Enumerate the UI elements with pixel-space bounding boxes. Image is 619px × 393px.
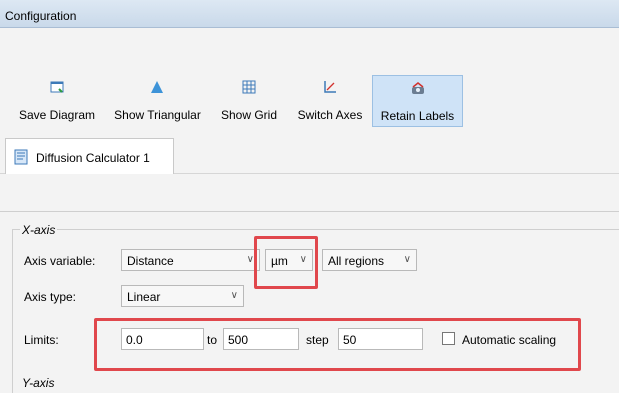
- limits-highlight-box: [94, 318, 581, 371]
- show-grid-button[interactable]: Show Grid: [213, 75, 285, 127]
- tab-diffusion-calculator-1[interactable]: Diffusion Calculator 1: [5, 138, 174, 174]
- chevron-down-icon: ∨: [403, 254, 411, 265]
- axis-variable-select[interactable]: Distance ∨: [121, 249, 260, 271]
- grid-icon: [242, 80, 256, 94]
- retain-labels-icon: [412, 82, 424, 94]
- axis-type-label: Axis type:: [24, 290, 77, 304]
- document-icon: [14, 149, 28, 165]
- toolbar: Save Diagram Show Triangular Show Grid S…: [0, 28, 619, 138]
- switch-axes-button[interactable]: Switch Axes: [288, 75, 372, 127]
- switch-axes-icon: [324, 81, 336, 93]
- y-axis-title: Y-axis: [20, 376, 57, 390]
- limits-label: Limits:: [24, 333, 59, 347]
- show-triangular-label: Show Triangular: [114, 108, 201, 122]
- unit-highlight-box: [254, 236, 318, 289]
- save-diagram-icon: [50, 81, 64, 93]
- tab-label: Diffusion Calculator 1: [36, 151, 150, 165]
- window-title-bar: Configuration: [0, 0, 619, 28]
- tab-strip: Diffusion Calculator 1: [0, 138, 619, 174]
- chevron-down-icon: ∨: [246, 254, 254, 265]
- axis-variable-value: Distance: [127, 254, 174, 268]
- triangle-icon: [151, 81, 163, 93]
- show-grid-label: Show Grid: [220, 108, 278, 122]
- axis-type-select[interactable]: Linear ∨: [121, 285, 244, 307]
- switch-axes-label: Switch Axes: [297, 108, 363, 122]
- show-triangular-button[interactable]: Show Triangular: [106, 75, 209, 127]
- region-select[interactable]: All regions ∨: [322, 249, 417, 271]
- window-title: Configuration: [5, 9, 77, 23]
- chevron-down-icon: ∨: [230, 290, 238, 301]
- region-value: All regions: [328, 254, 385, 268]
- tab-content-header: [0, 174, 619, 212]
- axis-variable-label: Axis variable:: [24, 254, 96, 268]
- x-axis-title: X-axis: [20, 223, 58, 237]
- save-diagram-button[interactable]: Save Diagram: [10, 75, 104, 127]
- save-diagram-label: Save Diagram: [18, 108, 96, 122]
- axis-type-value: Linear: [127, 290, 161, 304]
- retain-labels-label: Retain Labels: [380, 109, 455, 123]
- retain-labels-button[interactable]: Retain Labels: [372, 75, 463, 127]
